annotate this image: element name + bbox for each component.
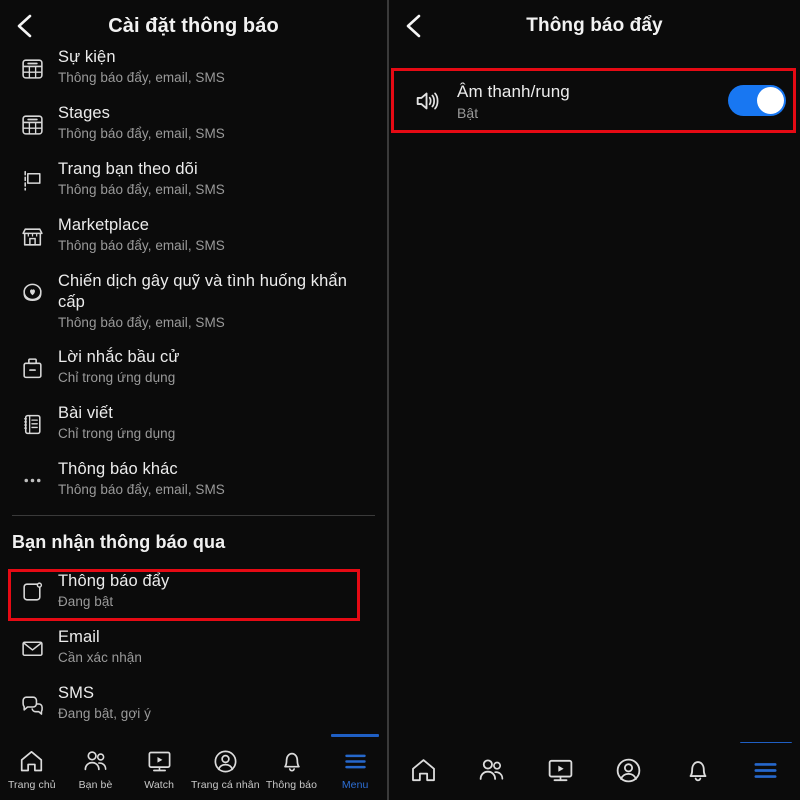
nav-item-home[interactable] [389,742,458,789]
list-item-title: Trang bạn theo dõi [58,160,198,178]
channel-item-push[interactable]: Thông báo đẩy Đang bật [0,563,387,619]
active-tab-indicator [739,742,792,743]
heart-coin-icon [10,272,54,312]
active-tab-indicator [330,734,380,737]
nav-item-watch[interactable]: Watch [127,738,191,791]
list-item-subtitle: Thông báo đẩy, email, SMS [58,70,225,85]
sound-vibration-toggle[interactable] [728,85,786,116]
channel-subtitle: Cần xác nhận [58,650,142,665]
right-panel-push-notification: Thông báo đẩy Âm thanh/rung Bật [389,0,800,800]
page-title-right: Thông báo đẩy [526,15,663,36]
nav-item-menu[interactable] [732,742,800,789]
watch-icon [546,756,575,785]
list-item[interactable]: Marketplace Thông báo đẩy, email, SMS [0,207,387,263]
nav-item-notifications[interactable] [663,742,732,789]
app-root: Cài đặt thông báo Sự kiện Thông báo đẩy,… [0,0,800,800]
envelope-icon [10,628,54,668]
list-item[interactable]: Stages Thông báo đẩy, email, SMS [0,95,387,151]
profile-icon [212,748,239,775]
chevron-left-icon [403,13,425,39]
nav-label: Bạn bè [78,779,113,791]
nav-item-home[interactable]: Trang chủ [0,738,64,791]
storefront-icon [10,216,54,256]
bell-icon [683,756,712,785]
list-item-subtitle: Thông báo đẩy, email, SMS [58,315,225,330]
list-item[interactable]: Lời nhắc bầu cử Chỉ trong ứng dụng [0,339,387,395]
ellipsis-icon [10,460,54,500]
channel-subtitle: Đang bật [58,594,114,609]
setting-title: Âm thanh/rung [457,81,570,101]
speaker-icon [403,81,451,121]
calendar-grid-icon [10,104,54,144]
menu-icon [751,756,780,785]
people-icon [82,748,109,775]
right-bottom-nav [389,742,800,800]
list-item-title: Stages [58,104,110,122]
push-notification-icon [10,572,54,612]
nav-label: Menu [341,779,369,791]
list-item-title: Sự kiện [58,48,116,66]
list-item[interactable]: Sự kiện Thông báo đẩy, email, SMS [0,39,387,95]
list-item-title: Bài viết [58,404,113,422]
section-header: Bạn nhận thông báo qua [12,532,226,552]
chevron-left-icon [14,13,36,39]
channel-subtitle: Đang bật, gợi ý [58,706,151,721]
left-bottom-nav: Trang chủ Bạn bè Watch Trang cá nhân Thô… [0,734,387,800]
nav-item-watch[interactable] [526,742,595,789]
back-button[interactable] [8,9,42,43]
right-header: Thông báo đẩy [389,0,800,52]
flag-icon [10,160,54,200]
nav-item-friends[interactable] [458,742,527,789]
channel-title: Thông báo đẩy [58,572,170,590]
home-icon [18,748,45,775]
watch-icon [146,748,173,775]
list-item-subtitle: Thông báo đẩy, email, SMS [58,482,225,497]
nav-label: Trang chủ [7,779,56,791]
menu-icon [342,748,369,775]
list-item[interactable]: Trang bạn theo dõi Thông báo đẩy, email,… [0,151,387,207]
list-item-title: Thông báo khác [58,460,178,478]
list-item-title: Lời nhắc bầu cử [58,348,180,366]
back-button-right[interactable] [397,9,431,43]
nav-item-notifications[interactable]: Thông báo [260,738,324,791]
bell-icon [278,748,305,775]
left-panel-notification-settings: Cài đặt thông báo Sự kiện Thông báo đẩy,… [0,0,387,800]
notification-category-list: Sự kiện Thông báo đẩy, email, SMS Stages… [0,39,387,731]
setting-subtitle: Bật [457,104,479,121]
channel-title: SMS [58,684,95,702]
list-item-subtitle: Thông báo đẩy, email, SMS [58,238,225,253]
people-icon [477,756,506,785]
nav-label: Trang cá nhân [191,779,260,791]
list-item[interactable]: Chiến dịch gây quỹ và tình huống khẩn cấ… [0,263,387,339]
home-icon [409,756,438,785]
nav-item-profile[interactable] [595,742,664,789]
notebook-icon [10,404,54,444]
ballot-box-icon [10,348,54,388]
nav-item-menu[interactable]: Menu [323,734,387,791]
profile-icon [614,756,643,785]
nav-label: Watch [144,779,175,791]
list-item-title: Chiến dịch gây quỹ và tình huống khẩn cấ… [58,272,347,311]
list-item[interactable]: Bài viết Chỉ trong ứng dụng [0,395,387,451]
toggle-knob [757,87,784,114]
list-item-subtitle: Thông báo đẩy, email, SMS [58,182,225,197]
setting-row-sound-vibration[interactable]: Âm thanh/rung Bật [389,70,800,131]
list-item-title: Marketplace [58,216,149,234]
calendar-grid-icon [10,48,54,88]
list-item[interactable]: Thông báo khác Thông báo đẩy, email, SMS [0,451,387,507]
nav-item-friends[interactable]: Bạn bè [64,738,128,791]
channel-item-sms[interactable]: SMS Đang bật, gợi ý [0,675,387,731]
page-title: Cài đặt thông báo [108,14,279,37]
list-item-subtitle: Chỉ trong ứng dụng [58,370,176,385]
nav-label: Thông báo [265,779,318,791]
chat-bubbles-icon [10,684,54,724]
list-item-subtitle: Chỉ trong ứng dụng [58,426,176,441]
channel-title: Email [58,628,100,646]
nav-item-profile[interactable]: Trang cá nhân [191,738,260,791]
channel-item-email[interactable]: Email Cần xác nhận [0,619,387,675]
list-item-subtitle: Thông báo đẩy, email, SMS [58,126,225,141]
